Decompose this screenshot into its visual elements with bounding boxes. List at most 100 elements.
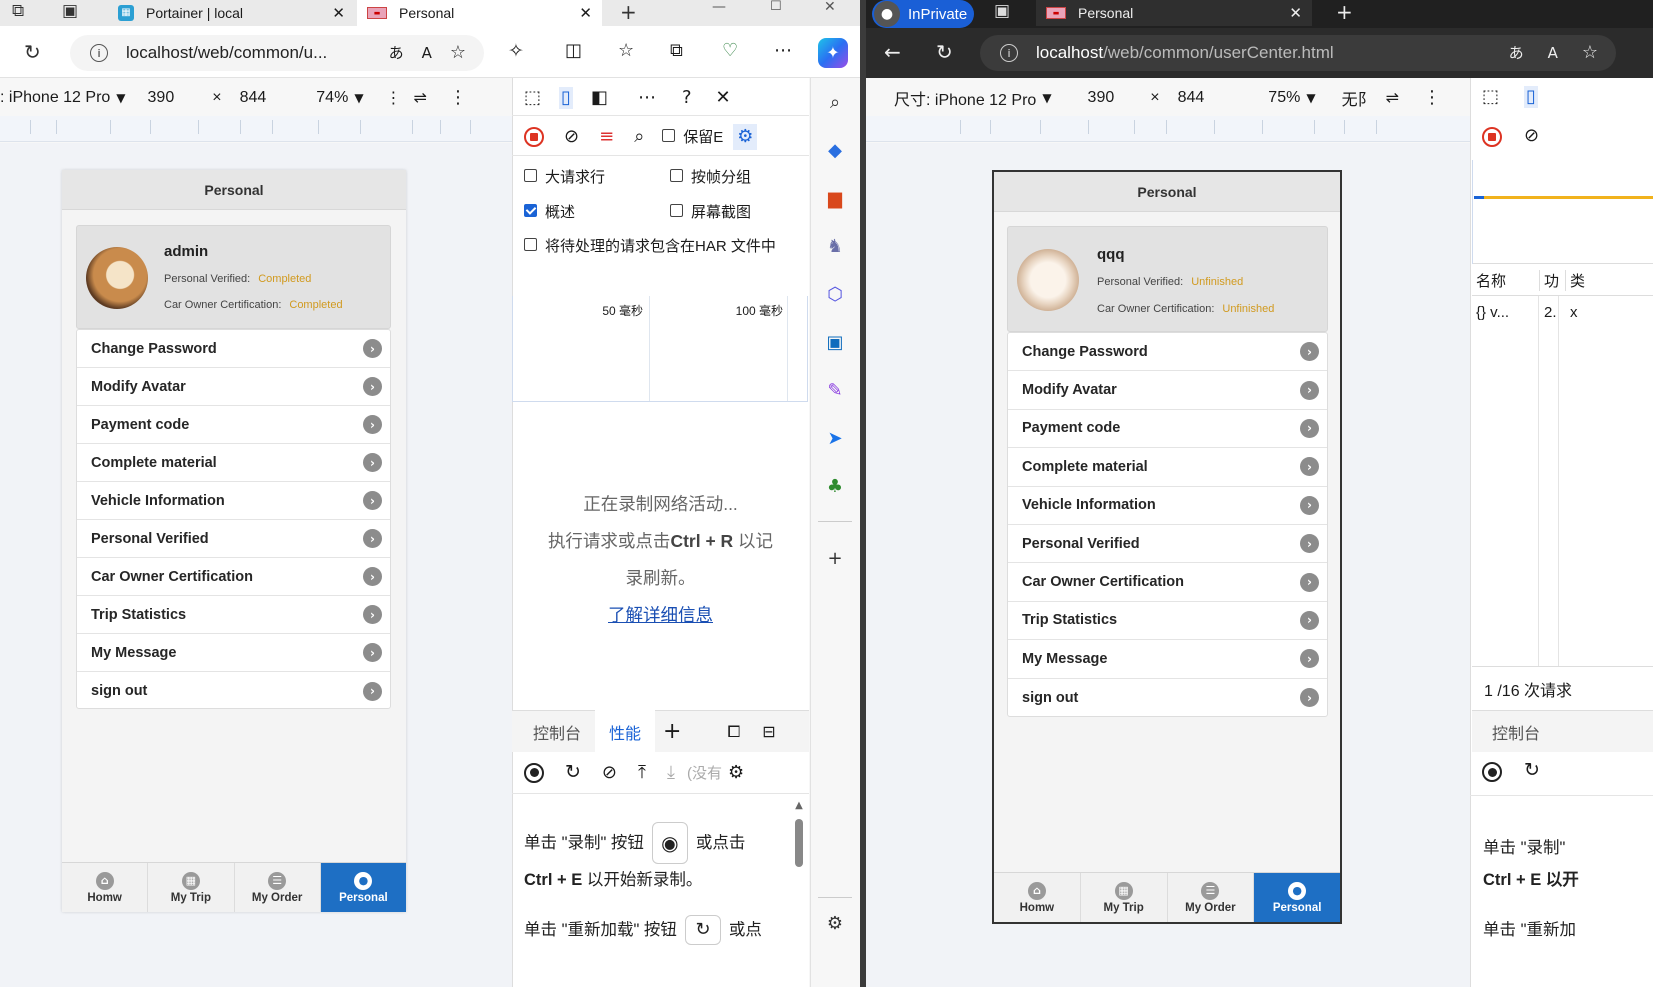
right-overview-timeline[interactable]	[1472, 160, 1653, 264]
group-by-frame-option[interactable]: 按帧分组	[670, 166, 751, 187]
microsoft-365-icon[interactable]: ⬡	[820, 279, 850, 309]
device-emulation-icon[interactable]: ▯	[1524, 86, 1538, 108]
menu-item-car-owner-certification[interactable]: Car Owner Certification ›	[1008, 563, 1327, 602]
settings-gear-icon[interactable]: ⚙	[733, 123, 758, 150]
favorite-star-icon[interactable]: ☆	[450, 44, 466, 62]
refresh-icon[interactable]: ↻	[936, 42, 953, 62]
site-info-icon[interactable]: i	[1000, 44, 1018, 62]
clear-icon[interactable]: ⊘	[1524, 127, 1539, 145]
add-sidebar-app-icon[interactable]: +	[820, 543, 850, 573]
network-overview-timeline[interactable]: 50 毫秒 100 毫秒	[512, 296, 808, 402]
undock-drawer-icon[interactable]: ⧠	[727, 723, 740, 740]
record-network-icon[interactable]	[524, 126, 544, 147]
avatar[interactable]	[1017, 249, 1079, 311]
close-drawer-icon[interactable]: ⊟	[762, 723, 775, 740]
nav-my-order[interactable]: ☰ My Order	[235, 863, 321, 912]
close-devtools-icon[interactable]: ✕	[716, 88, 731, 107]
more-tabs-icon[interactable]: ⋯	[638, 88, 656, 107]
inspect-element-icon[interactable]: ⬚	[524, 88, 541, 107]
inspect-element-icon[interactable]: ⬚	[1482, 88, 1499, 106]
dock-side-icon[interactable]: ◧	[591, 88, 608, 107]
column-type[interactable]: 类	[1570, 270, 1585, 291]
reload-record-icon[interactable]: ↻	[1524, 761, 1540, 780]
tree-icon[interactable]: ♣	[820, 471, 850, 501]
filter-icon[interactable]: ≡	[599, 127, 614, 146]
inprivate-badge[interactable]: ● InPrivate	[872, 0, 974, 28]
menu-item-trip-statistics[interactable]: Trip Statistics ›	[77, 596, 390, 634]
nav-my-order[interactable]: ☰ My Order	[1168, 873, 1255, 922]
nav-my-trip[interactable]: ▦ My Trip	[1081, 873, 1168, 922]
nav-home[interactable]: ⌂ Homw	[62, 863, 149, 912]
chevron-down-icon[interactable]: ▼	[116, 92, 125, 104]
tools-icon[interactable]: ▆	[820, 183, 850, 213]
menu-item-my-message[interactable]: My Message ›	[77, 634, 390, 672]
settings-gear-icon[interactable]: ⚙	[728, 763, 744, 782]
menu-item-payment-code[interactable]: Payment code ›	[77, 406, 390, 444]
column-status[interactable]: 功	[1544, 270, 1566, 291]
device-height-input[interactable]: 844	[240, 89, 267, 107]
kebab-menu-icon[interactable]: ⋮	[449, 89, 467, 107]
outlook-icon[interactable]: ▣	[820, 327, 850, 357]
send-icon[interactable]: ➤	[820, 423, 850, 453]
read-aloud-icon[interactable]: A	[1548, 45, 1558, 61]
minimize-icon[interactable]: —	[712, 0, 726, 14]
chevron-down-icon[interactable]: ▼	[354, 92, 363, 104]
avatar[interactable]	[86, 247, 148, 309]
close-tab-icon[interactable]: ✕	[579, 5, 592, 21]
tab-performance[interactable]: 性能	[595, 708, 656, 755]
menu-item-change-password[interactable]: Change Password ›	[1008, 333, 1327, 372]
new-tab-icon[interactable]: +	[1336, 2, 1353, 22]
nav-home[interactable]: ⌂ Homw	[994, 873, 1081, 922]
menu-item-personal-verified[interactable]: Personal Verified ›	[77, 520, 390, 558]
chevron-down-icon[interactable]: ▼	[1042, 92, 1051, 104]
menu-item-my-message[interactable]: My Message ›	[1008, 640, 1327, 679]
har-pending-option[interactable]: 将待处理的请求包含在HAR 文件中	[524, 235, 776, 256]
record-performance-icon[interactable]	[1482, 762, 1502, 782]
menu-item-trip-statistics[interactable]: Trip Statistics ›	[1008, 602, 1327, 641]
tab-console[interactable]: 控制台	[1492, 720, 1540, 744]
tab-actions-icon[interactable]: ▣	[994, 3, 1010, 20]
split-screen-icon[interactable]: ◫	[565, 42, 582, 60]
nav-my-trip[interactable]: ▦ My Trip	[148, 863, 235, 912]
zoom-select[interactable]: 75%	[1268, 89, 1300, 107]
device-height-input[interactable]: 844	[1178, 89, 1205, 107]
scrollbar[interactable]: ▲	[794, 800, 804, 936]
upload-profile-icon[interactable]: ⤒	[638, 763, 646, 782]
tab-personal[interactable]: ▬ Personal ✕	[357, 0, 602, 26]
refresh-icon[interactable]: ↻	[24, 42, 41, 62]
site-info-icon[interactable]: i	[90, 44, 108, 62]
throttle-select[interactable]: 无阝	[1342, 86, 1374, 110]
favorite-star-icon[interactable]: ☆	[1582, 44, 1598, 62]
nav-personal[interactable]: ● Personal	[320, 863, 406, 912]
clear-icon[interactable]: ⊘	[564, 127, 579, 146]
rotate-icon[interactable]: ⇌	[1386, 90, 1399, 106]
help-icon[interactable]: ?	[682, 88, 692, 107]
menu-item-car-owner-certification[interactable]: Car Owner Certification ›	[77, 558, 390, 596]
zoom-select[interactable]: 74%	[316, 89, 348, 107]
maximize-icon[interactable]: ☐	[770, 0, 782, 13]
close-tab-icon[interactable]: ✕	[332, 5, 345, 21]
menu-item-complete-material[interactable]: Complete material ›	[77, 444, 390, 482]
close-window-icon[interactable]: ✕	[824, 0, 836, 14]
copilot-icon[interactable]: ✦	[818, 38, 848, 68]
kebab-menu-icon[interactable]: ⋮	[1423, 89, 1441, 107]
rotate-icon[interactable]: ⇌	[414, 90, 427, 106]
overview-option[interactable]: 概述	[524, 201, 575, 222]
column-name[interactable]: 名称	[1476, 270, 1540, 291]
record-network-icon[interactable]	[1482, 127, 1502, 147]
menu-item-vehicle-information[interactable]: Vehicle Information ›	[1008, 487, 1327, 525]
translate-icon[interactable]: あ	[389, 45, 404, 61]
menu-item-change-password[interactable]: Change Password ›	[77, 330, 390, 368]
menu-item-payment-code[interactable]: Payment code ›	[1008, 410, 1327, 449]
browser-essentials-icon[interactable]: ♡	[722, 42, 738, 60]
translate-icon[interactable]: あ	[1509, 45, 1524, 61]
device-emulation-icon[interactable]: ▯	[559, 86, 573, 109]
close-tab-icon[interactable]: ✕	[1289, 5, 1302, 21]
menu-item-complete-material[interactable]: Complete material ›	[1008, 448, 1327, 487]
add-tab-icon[interactable]: +	[663, 720, 681, 743]
device-select[interactable]: : iPhone 12 Pro	[0, 89, 110, 107]
screenshots-option[interactable]: 屏幕截图	[670, 201, 751, 222]
menu-item-personal-verified[interactable]: Personal Verified ›	[1008, 525, 1327, 564]
sidebar-settings-icon[interactable]: ⚙	[820, 908, 850, 938]
tab-portainer[interactable]: ▦ Portainer | local ✕	[110, 0, 355, 26]
